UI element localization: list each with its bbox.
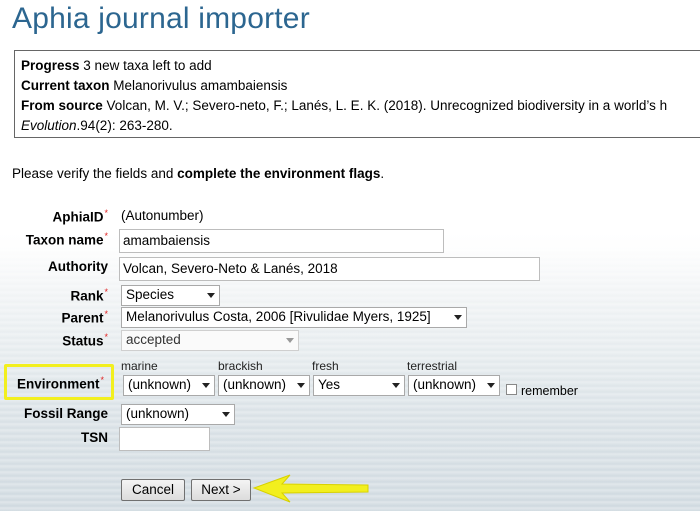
arrow-shape xyxy=(252,474,369,503)
current-taxon-label: Current taxon xyxy=(21,78,110,93)
aphiaid-label-text: AphiaID xyxy=(52,209,104,225)
current-taxon-value: Melanorivulus amambaiensis xyxy=(113,78,288,93)
terrestrial-select[interactable]: (unknown) xyxy=(408,375,500,396)
parent-select[interactable]: Melanorivulus Costa, 2006 [Rivulidae Mye… xyxy=(121,307,467,328)
source-rest: .94(2): 263-280. xyxy=(76,118,173,133)
fossil-range-select-value: (unknown) xyxy=(126,406,190,421)
authority-label: Authority xyxy=(48,259,108,274)
rank-select[interactable]: Species xyxy=(121,285,220,306)
authority-input[interactable]: Volcan, Severo-Neto & Lanés, 2018 xyxy=(119,257,540,281)
env-header-brackish: brackish xyxy=(218,359,263,373)
tsn-label: TSN xyxy=(81,430,108,445)
intro-bold: complete the environment flags xyxy=(177,166,381,181)
fresh-select[interactable]: Yes xyxy=(313,375,405,396)
environment-label-text: Environment xyxy=(16,376,100,392)
env-header-terrestrial: terrestrial xyxy=(407,359,458,373)
remember-label: remember xyxy=(521,384,578,398)
fresh-select-value: Yes xyxy=(318,377,341,392)
env-header-marine: marine xyxy=(121,359,158,373)
progress-label: Progress xyxy=(21,58,80,73)
status-select-value: accepted xyxy=(126,332,181,347)
chevron-down-icon xyxy=(286,338,294,343)
chevron-down-icon xyxy=(202,383,210,388)
parent-select-value: Melanorivulus Costa, 2006 [Rivulidae Mye… xyxy=(126,309,431,324)
current-taxon-line: Current taxon Melanorivulus amambaiensis xyxy=(21,76,700,96)
chevron-down-icon xyxy=(297,383,305,388)
intro-text: Please verify the fields and complete th… xyxy=(12,166,384,181)
chevron-down-icon xyxy=(487,383,495,388)
required-marker: * xyxy=(104,287,108,297)
source-value: Volcan, M. V.; Severo-neto, F.; Lanés, L… xyxy=(106,98,668,113)
required-marker: * xyxy=(104,208,108,218)
rank-label: Rank* xyxy=(4,287,108,304)
page-title: Aphia journal importer xyxy=(12,2,310,35)
parent-label-text: Parent xyxy=(61,310,104,326)
intro-plain: Please verify the fields and xyxy=(12,166,178,181)
fossil-range-label: Fossil Range xyxy=(23,406,108,421)
terrestrial-select-value: (unknown) xyxy=(413,377,477,392)
source-line-2: Evolution.94(2): 263-280. xyxy=(21,116,700,136)
progress-value: 3 new taxa left to add xyxy=(83,58,212,73)
brackish-select-value: (unknown) xyxy=(223,377,287,392)
arrow-pointer-icon xyxy=(252,474,369,503)
progress-line: Progress 3 new taxa left to add xyxy=(21,56,700,76)
aphiaid-label: AphiaID* xyxy=(4,208,108,225)
status-label: Status* xyxy=(4,332,108,349)
status-select[interactable]: accepted xyxy=(121,330,299,351)
remember-checkbox[interactable] xyxy=(506,384,517,395)
chevron-down-icon xyxy=(222,412,230,417)
chevron-down-icon xyxy=(207,293,215,298)
progress-info-box: Progress 3 new taxa left to add Current … xyxy=(14,50,700,138)
environment-label: Environment* xyxy=(0,375,104,392)
env-header-fresh: fresh xyxy=(312,359,339,373)
brackish-select[interactable]: (unknown) xyxy=(218,375,310,396)
chevron-down-icon xyxy=(454,315,462,320)
parent-label: Parent* xyxy=(4,309,108,326)
source-line: From source Volcan, M. V.; Severo-neto, … xyxy=(21,96,700,116)
marine-select[interactable]: (unknown) xyxy=(123,375,215,396)
status-label-text: Status xyxy=(62,333,104,349)
marine-select-value: (unknown) xyxy=(128,377,192,392)
source-label: From source xyxy=(21,98,103,113)
required-marker: * xyxy=(104,309,108,319)
source-journal: Evolution xyxy=(21,118,77,133)
required-marker: * xyxy=(104,332,108,342)
taxon-name-label: Taxon name* xyxy=(4,231,108,248)
taxon-name-label-text: Taxon name xyxy=(25,232,104,248)
aphiaid-value: (Autonumber) xyxy=(121,208,204,223)
cancel-button[interactable]: Cancel xyxy=(121,479,185,501)
rank-select-value: Species xyxy=(126,287,175,302)
rank-label-text: Rank xyxy=(70,288,104,304)
required-marker: * xyxy=(100,375,104,385)
next-button[interactable]: Next > xyxy=(191,479,251,501)
fossil-range-select[interactable]: (unknown) xyxy=(121,404,235,425)
taxon-name-input[interactable]: amambaiensis xyxy=(119,229,444,253)
tsn-input[interactable] xyxy=(119,427,210,451)
intro-end: . xyxy=(380,166,385,181)
chevron-down-icon xyxy=(392,383,400,388)
required-marker: * xyxy=(104,231,108,241)
